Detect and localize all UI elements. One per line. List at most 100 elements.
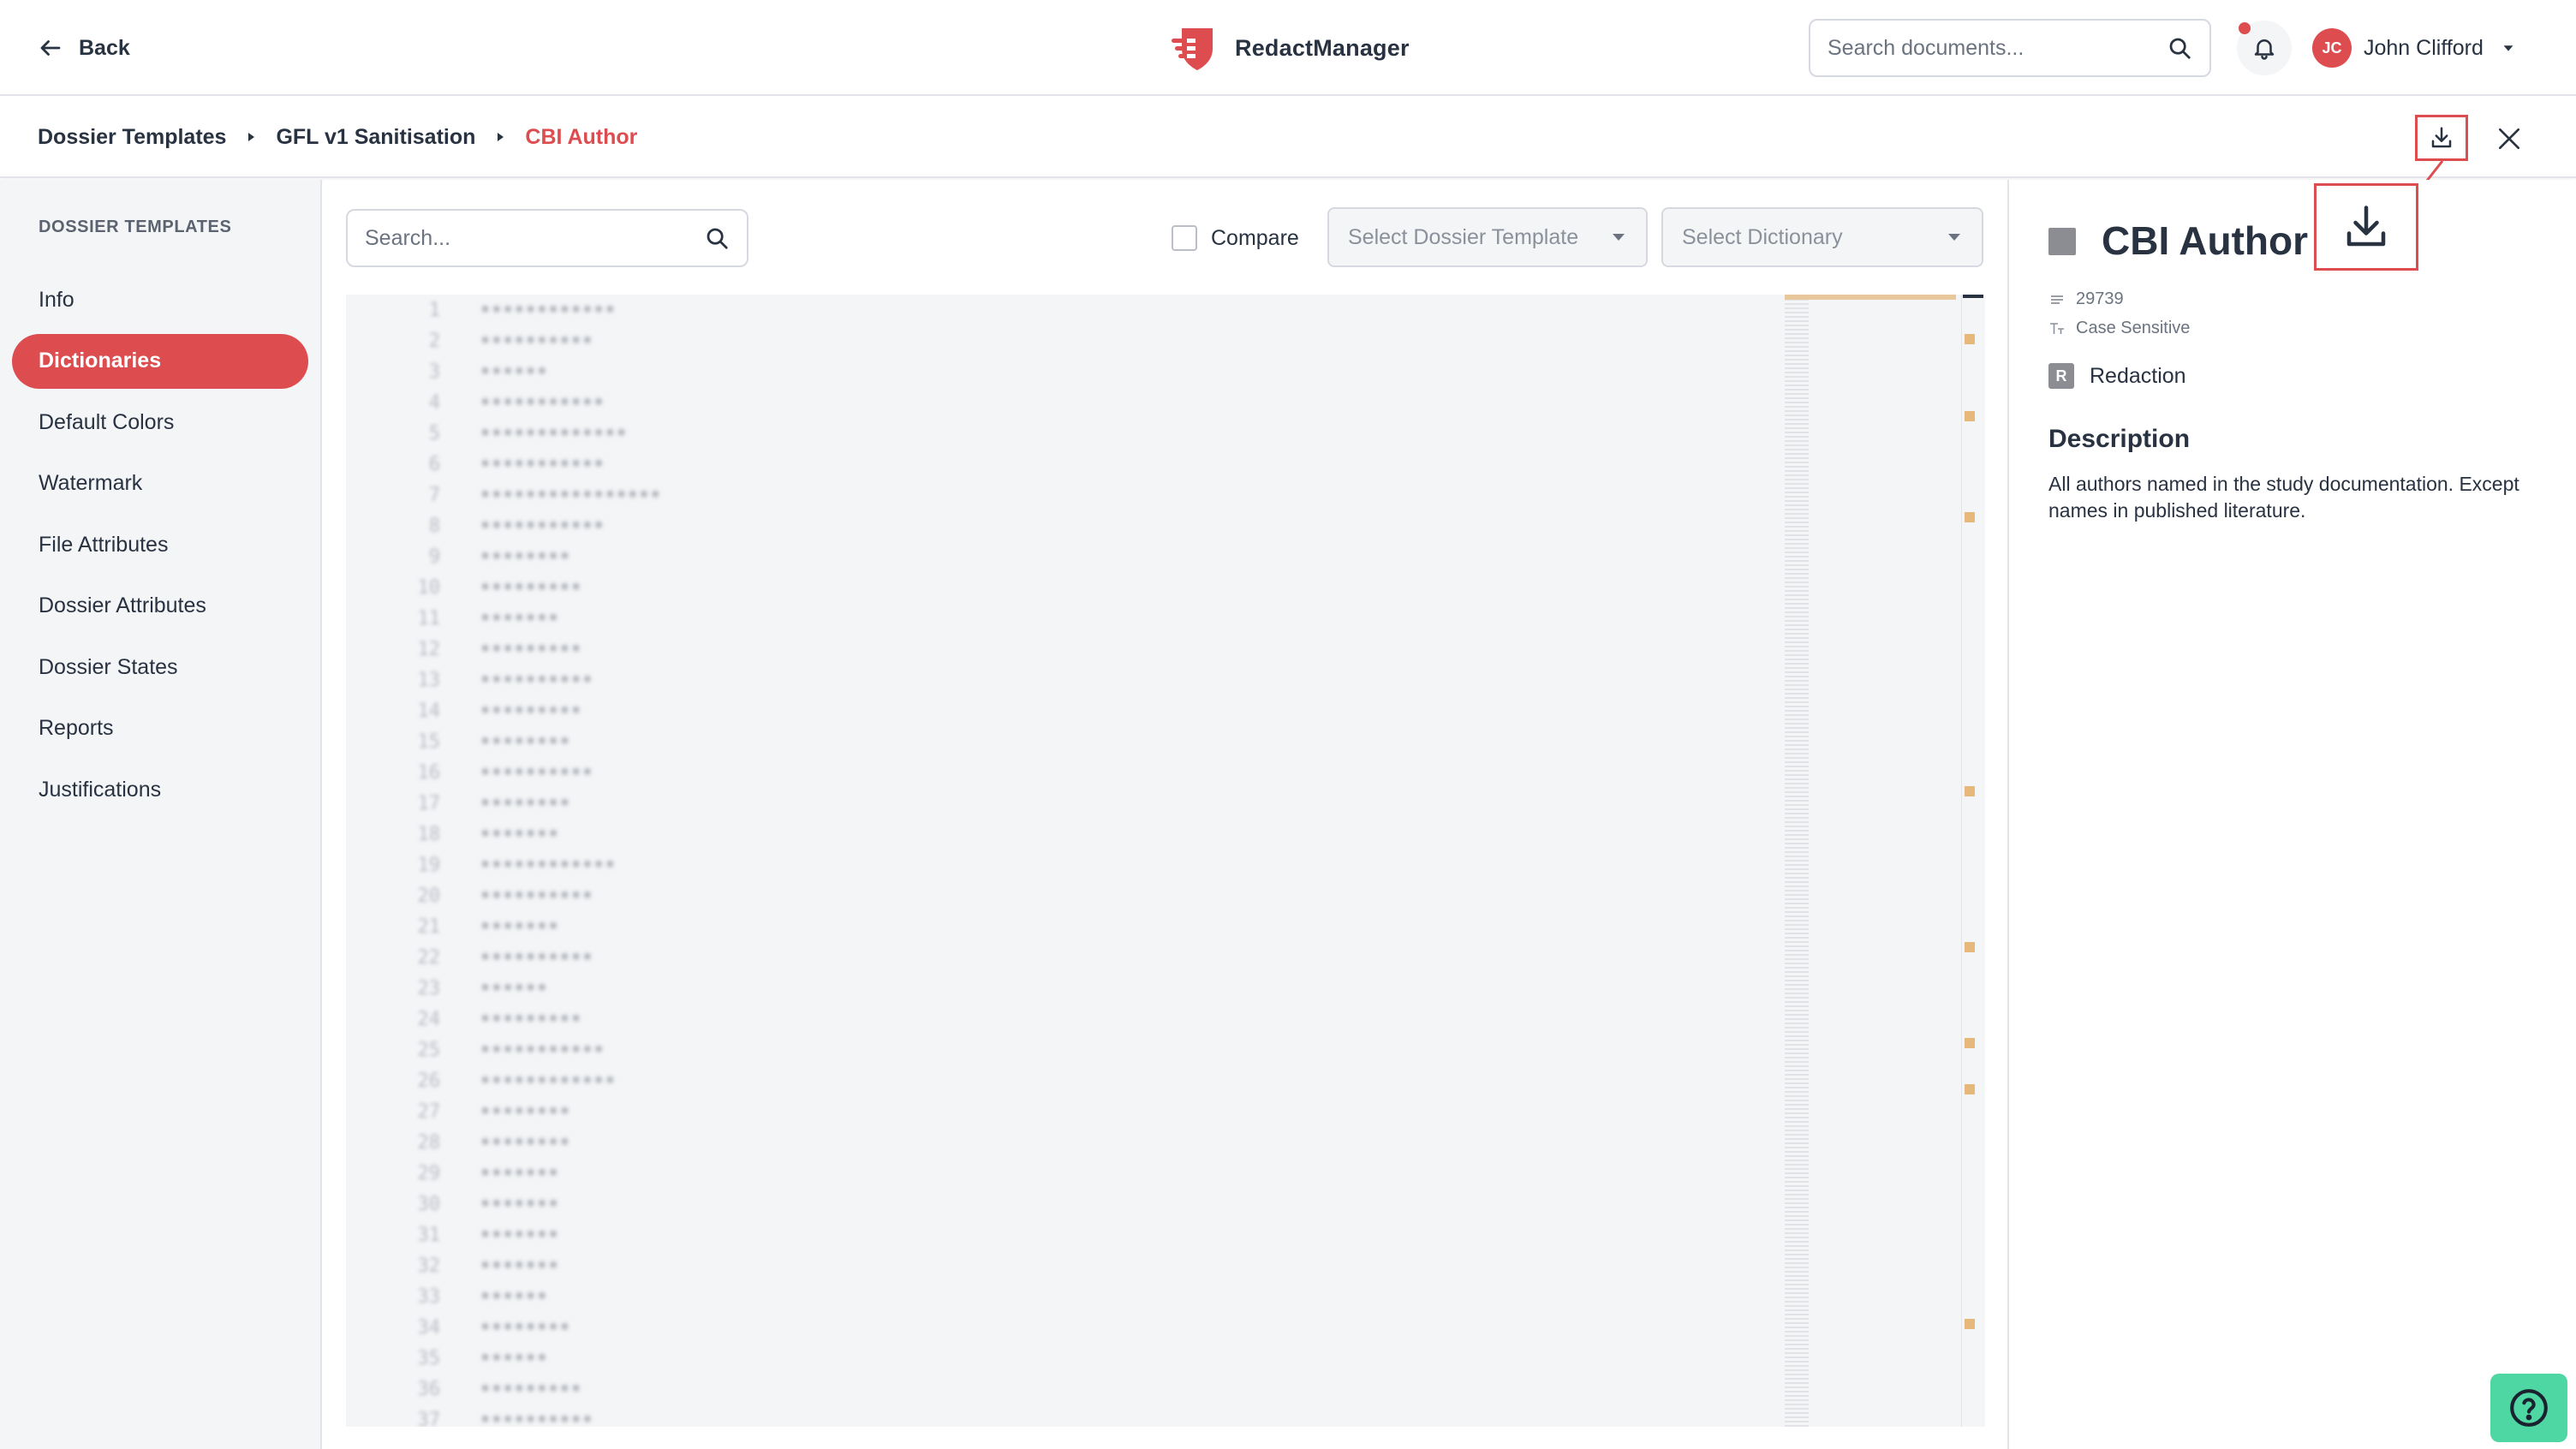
- editor-line[interactable]: 6 •••••••••••: [346, 449, 1716, 480]
- breadcrumb-dossier-templates[interactable]: Dossier Templates: [38, 125, 226, 150]
- breadcrumb-gfl-template[interactable]: GFL v1 Sanitisation: [276, 125, 475, 150]
- case-sensitivity-label: Case Sensitive: [2076, 319, 2191, 337]
- compare-toggle[interactable]: Compare: [1172, 223, 1299, 253]
- editor-line[interactable]: 35 ••••••: [346, 1343, 1716, 1374]
- editor-line[interactable]: 31 •••••••: [346, 1219, 1716, 1250]
- editor-line[interactable]: 25 •••••••••••: [346, 1035, 1716, 1065]
- editor-line[interactable]: 18 •••••••: [346, 819, 1716, 850]
- editor-line[interactable]: 8 •••••••••••: [346, 510, 1716, 541]
- minimap-viewport: [1785, 295, 1956, 300]
- editor-line[interactable]: 24 •••••••••: [346, 1004, 1716, 1035]
- editor-line[interactable]: 20 ••••••••••: [346, 880, 1716, 911]
- editor-line[interactable]: 2 ••••••••••: [346, 325, 1716, 356]
- download-dictionary-button[interactable]: [2415, 115, 2468, 161]
- editor-line[interactable]: 9 ••••••••: [346, 541, 1716, 572]
- editor-line[interactable]: 32 •••••••: [346, 1250, 1716, 1281]
- breadcrumb: Dossier Templates GFL v1 Sanitisation CB…: [38, 120, 637, 154]
- sidebar-item-dossier-attributes[interactable]: Dossier Attributes: [12, 579, 308, 634]
- sidebar-item-dossier-states[interactable]: Dossier States: [12, 640, 308, 695]
- dictionary-search: [346, 209, 748, 267]
- editor-line[interactable]: 27 ••••••••: [346, 1096, 1716, 1127]
- document-search-input[interactable]: [1828, 35, 2167, 61]
- editor-line[interactable]: 26 ••••••••••••: [346, 1065, 1716, 1096]
- dictionary-details-panel: CBI Author 29739 Case Sensitive R Redact…: [2007, 180, 2576, 1449]
- editor-scrollbar[interactable]: [1961, 295, 1985, 1427]
- editor-line[interactable]: 3 ••••••: [346, 356, 1716, 387]
- editor-line[interactable]: 4 •••••••••••: [346, 387, 1716, 418]
- editor-line[interactable]: 13 ••••••••••: [346, 665, 1716, 695]
- line-number: 36: [417, 1378, 441, 1400]
- sidebar-item-file-attributes[interactable]: File Attributes: [12, 517, 308, 572]
- editor-line[interactable]: 7 ••••••••••••••••: [346, 480, 1716, 510]
- editor-line[interactable]: 21 •••••••: [346, 911, 1716, 942]
- editor-line[interactable]: 1 ••••••••••••: [346, 295, 1716, 325]
- case-sensitivity: Case Sensitive: [2048, 319, 2190, 338]
- editor-line[interactable]: 22 ••••••••••: [346, 942, 1716, 973]
- editor-line[interactable]: 34 ••••••••: [346, 1312, 1716, 1343]
- line-text-redacted: •••••••: [480, 823, 559, 845]
- line-number: 25: [417, 1039, 441, 1061]
- line-number: 9: [428, 546, 440, 568]
- sidebar-nav: Info Dictionaries Default Colors Waterma…: [12, 272, 308, 824]
- editor-line[interactable]: 29 •••••••: [346, 1158, 1716, 1189]
- caret-down-icon: [1948, 234, 1960, 241]
- user-menu[interactable]: JC John Clifford: [2312, 27, 2516, 69]
- line-number: 30: [417, 1193, 441, 1215]
- shield-logo-icon: [1172, 28, 1213, 70]
- sidebar-heading: DOSSIER TEMPLATES: [39, 218, 232, 236]
- sidebar-item-reports[interactable]: Reports: [12, 701, 308, 756]
- line-number: 1: [428, 299, 440, 321]
- sidebar-item-dictionaries[interactable]: Dictionaries: [12, 333, 308, 389]
- sidebar-item-default-colors[interactable]: Default Colors: [12, 395, 308, 450]
- editor-line[interactable]: 17 ••••••••: [346, 788, 1716, 819]
- sidebar-item-justifications[interactable]: Justifications: [12, 762, 308, 817]
- search-icon[interactable]: [2167, 35, 2192, 61]
- editor-line[interactable]: 16 ••••••••••: [346, 757, 1716, 788]
- editor-line[interactable]: 15 ••••••••: [346, 726, 1716, 757]
- editor-line[interactable]: 28 ••••••••: [346, 1127, 1716, 1158]
- editor-line[interactable]: 12 •••••••••: [346, 634, 1716, 665]
- code-editor[interactable]: 1 •••••••••••• 2 •••••••••• 3 •••••• 4 ••••••••…: [346, 295, 1985, 1427]
- dictionary-search-input[interactable]: [365, 225, 704, 251]
- back-button[interactable]: Back: [38, 31, 130, 65]
- line-text-redacted: ••••••: [480, 1347, 548, 1369]
- line-text-redacted: •••••••••••: [480, 1039, 605, 1061]
- document-search: [1809, 19, 2211, 77]
- dossier-template-select[interactable]: Select Dossier Template: [1327, 207, 1648, 267]
- editor-line[interactable]: 23 ••••••: [346, 973, 1716, 1004]
- sidebar: DOSSIER TEMPLATES Info Dictionaries Defa…: [0, 180, 322, 1449]
- editor-line[interactable]: 14 •••••••••: [346, 695, 1716, 726]
- editor-minimap[interactable]: [1785, 295, 1809, 1427]
- line-number: 17: [417, 792, 441, 814]
- editor-line[interactable]: 36 •••••••••: [346, 1374, 1716, 1404]
- line-text-redacted: ••••••••••••: [480, 1070, 616, 1092]
- editor-line[interactable]: 19 ••••••••••••: [346, 850, 1716, 880]
- brand-logo[interactable]: RedactManager: [1170, 22, 1410, 74]
- search-icon[interactable]: [704, 225, 730, 251]
- line-text-redacted: ••••••••: [480, 546, 570, 568]
- close-button[interactable]: [2492, 122, 2526, 156]
- line-text-redacted: ••••••: [480, 1285, 548, 1308]
- notifications-button[interactable]: [2237, 21, 2292, 75]
- compare-checkbox[interactable]: [1172, 225, 1197, 251]
- line-number: 5: [428, 422, 440, 444]
- line-number: 8: [428, 515, 440, 537]
- editor-line[interactable]: 33 ••••••: [346, 1281, 1716, 1312]
- download-icon: [2431, 127, 2452, 148]
- dictionary-select[interactable]: Select Dictionary: [1661, 207, 1983, 267]
- editor-line[interactable]: 37 ••••••••••: [346, 1404, 1716, 1428]
- sidebar-item-watermark[interactable]: Watermark: [12, 456, 308, 511]
- editor-line[interactable]: 10 •••••••••: [346, 572, 1716, 603]
- line-number: 26: [417, 1070, 441, 1092]
- editor-line[interactable]: 5 •••••••••••••: [346, 418, 1716, 449]
- line-number: 4: [428, 391, 440, 414]
- scrollbar-thumb[interactable]: [1963, 295, 1983, 298]
- text-case-icon: [2050, 322, 2064, 334]
- sidebar-item-info[interactable]: Info: [12, 272, 308, 327]
- caret-down-icon: [1613, 234, 1625, 241]
- editor-line[interactable]: 30 •••••••: [346, 1189, 1716, 1219]
- notification-dot: [2239, 22, 2251, 34]
- line-number: 11: [417, 607, 441, 629]
- editor-line[interactable]: 11 •••••••: [346, 603, 1716, 634]
- help-button[interactable]: [2490, 1374, 2567, 1442]
